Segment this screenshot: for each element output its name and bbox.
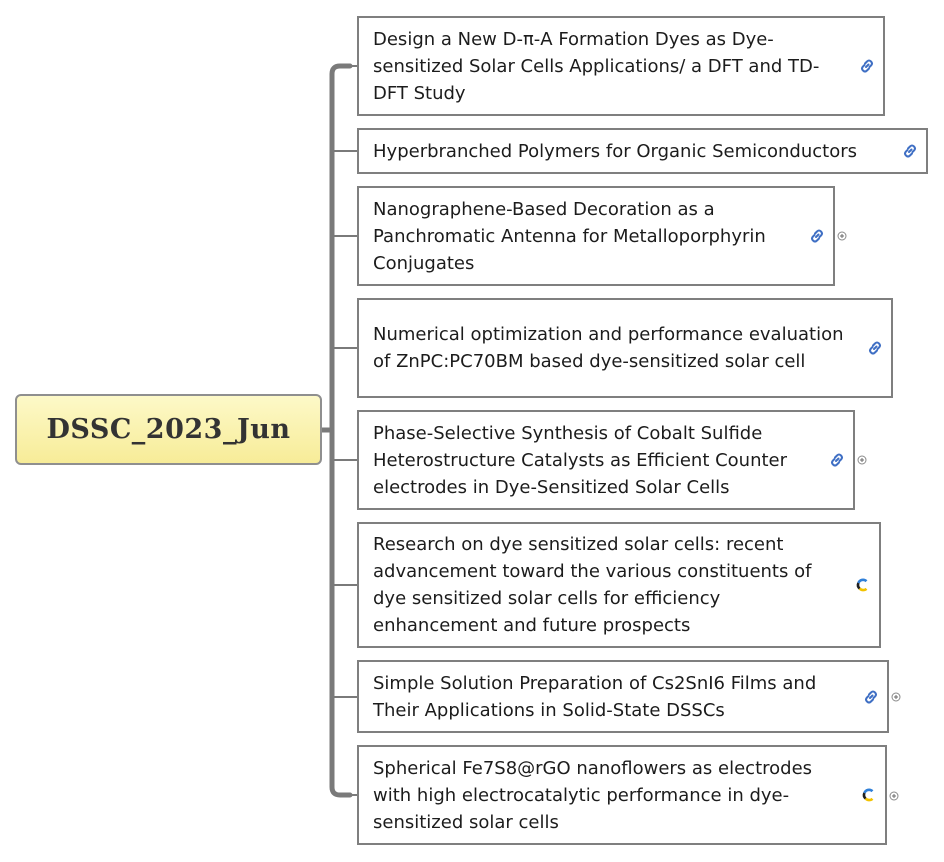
- topic-node[interactable]: Numerical optimization and performance e…: [357, 298, 893, 398]
- topic-node[interactable]: Design a New D-π-A Formation Dyes as Dye…: [357, 16, 885, 116]
- topic-title: Design a New D-π-A Formation Dyes as Dye…: [373, 28, 820, 104]
- central-topic[interactable]: DSSC_2023_Jun: [15, 394, 322, 465]
- expand-icon[interactable]: [837, 231, 847, 241]
- topic-title: Research on dye sensitized solar cells: …: [373, 534, 812, 636]
- expand-icon[interactable]: [891, 692, 901, 702]
- topic-node[interactable]: Phase-Selective Synthesis of Cobalt Sulf…: [357, 410, 855, 510]
- topic-title: Spherical Fe7S8@rGO nanoflowers as elect…: [373, 757, 813, 833]
- topic-title: Hyperbranched Polymers for Organic Semic…: [373, 140, 858, 162]
- link-icon[interactable]: [829, 452, 845, 468]
- link-icon[interactable]: [863, 689, 879, 705]
- topic-title: Numerical optimization and performance e…: [373, 324, 844, 372]
- topic-node[interactable]: Spherical Fe7S8@rGO nanoflowers as elect…: [357, 745, 887, 845]
- crossref-icon[interactable]: [855, 577, 871, 593]
- topic-title: Phase-Selective Synthesis of Cobalt Sulf…: [373, 422, 788, 498]
- topic-node[interactable]: Hyperbranched Polymers for Organic Semic…: [357, 128, 928, 174]
- topic-node[interactable]: Simple Solution Preparation of Cs2SnI6 F…: [357, 660, 889, 733]
- topic-title: Simple Solution Preparation of Cs2SnI6 F…: [373, 672, 817, 721]
- topic-node[interactable]: Research on dye sensitized solar cells: …: [357, 522, 881, 648]
- topic-title: Nanographene-Based Decoration as a Panch…: [373, 198, 766, 274]
- crossref-icon[interactable]: [861, 787, 877, 803]
- expand-icon[interactable]: [857, 455, 867, 465]
- link-icon[interactable]: [867, 340, 883, 356]
- expand-icon[interactable]: [889, 791, 899, 801]
- link-icon[interactable]: [859, 58, 875, 74]
- central-topic-title: DSSC_2023_Jun: [46, 414, 291, 445]
- topic-node[interactable]: Nanographene-Based Decoration as a Panch…: [357, 186, 835, 286]
- link-icon[interactable]: [809, 228, 825, 244]
- link-icon[interactable]: [902, 143, 918, 159]
